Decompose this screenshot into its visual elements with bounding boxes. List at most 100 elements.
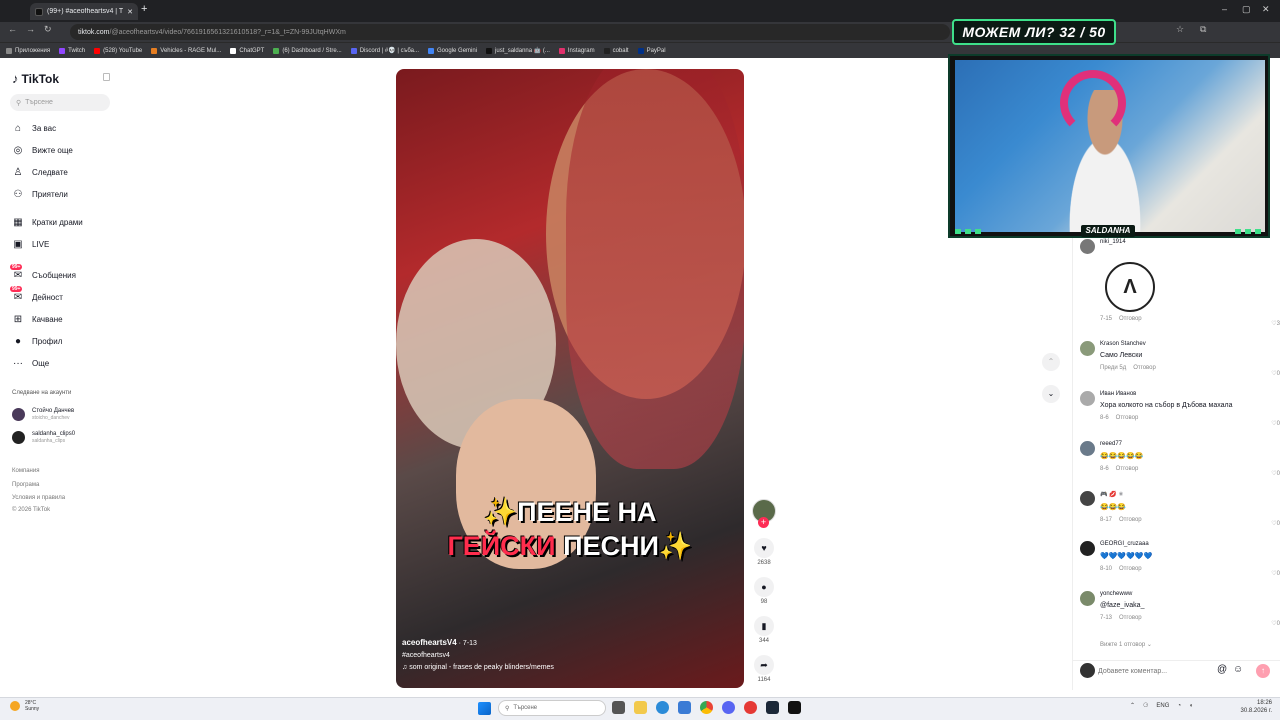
comment-like[interactable]: ♡0 [1271,570,1280,577]
nav-messages[interactable]: ✉ 99+ Съобщения [10,264,76,281]
steam-icon[interactable] [766,701,779,714]
extensions-icon[interactable]: ⧉ [1200,24,1206,35]
mention-icon[interactable]: @ [1217,664,1227,675]
video-player[interactable]: ✨ПЕЕНЕ НА ГЕЙСКИ ПЕСНИ✨ aceofheartsV4 · … [396,69,744,688]
avatar[interactable] [1080,491,1095,506]
nav-short-dramas[interactable]: ▦ Кратки драми [12,217,83,228]
nav-live[interactable]: ▣ LIVE [12,239,49,250]
avatar[interactable] [1080,541,1095,556]
video-author[interactable]: aceofheartsV4 [402,638,457,647]
save-button[interactable]: ▮ 344 [752,616,776,644]
bookmark-star-icon[interactable]: ☆ [1176,24,1184,35]
close-window-icon[interactable]: ✕ [1262,4,1270,15]
send-icon[interactable]: ↑ [1256,664,1270,678]
emoji-icon[interactable]: ☺ [1233,664,1243,675]
bookmark-instagram[interactable]: Instagram [558,47,595,54]
comment-like[interactable]: ♡3 [1271,320,1280,327]
bookmark-apps[interactable]: Приложения [6,47,50,54]
nav-profile[interactable]: ● Профил [12,336,62,347]
taskbar-search[interactable]: ⚲ Търсене [498,700,606,716]
minimize-icon[interactable]: – [1222,4,1227,14]
address-bar[interactable]: tiktok.com /@aceofheartsv4/video/7661916… [70,24,950,40]
view-replies-button[interactable]: Вижте 1 отговор ⌄ [1100,641,1152,648]
bookmark-cobalt[interactable]: cobalt [603,47,629,54]
clock[interactable]: 18:26 30.8.2026 г. [1236,699,1272,715]
bookmark-dashboard[interactable]: (6) Dashboard / Stre... [273,47,342,54]
avatar[interactable] [1080,441,1095,456]
bookmark-youtube[interactable]: (528) YouTube [94,47,142,54]
reply-button[interactable]: Отговор [1119,615,1142,621]
comment-user[interactable]: niki_1914 [1100,239,1276,245]
system-tray[interactable]: ⌃ ⚆ ENG ◔ ◖ [1130,702,1193,710]
previous-video-icon[interactable]: ⌃ [1042,353,1060,371]
comment-like[interactable]: ♡0 [1271,370,1280,377]
bookmark-tiktok[interactable]: just_saldanna 🤖 (... [486,47,550,54]
nav-explore[interactable]: ◎ Вижте още [12,145,73,156]
comment-like[interactable]: ♡0 [1271,520,1280,527]
bookmark-gemini[interactable]: Google Gemini [428,47,477,54]
file-explorer-icon[interactable] [634,701,647,714]
share-button[interactable]: ➦ 1164 [752,655,776,683]
comment-like[interactable]: ♡0 [1271,620,1280,627]
reply-button[interactable]: Отговор [1116,466,1139,472]
nav-more[interactable]: ··· Още [12,358,49,369]
discord-icon[interactable] [722,701,735,714]
bookmark-discord[interactable]: Discord | #💀 | съба... [350,47,419,54]
footer-terms[interactable]: Условия и правила [12,495,65,501]
search-input[interactable]: ⚲ Търсене [10,94,110,111]
collapse-sidebar-icon[interactable] [103,73,110,81]
reply-button[interactable]: Отговор [1133,365,1156,371]
edge-icon[interactable] [656,701,669,714]
like-button[interactable]: ♥ 2638 [752,538,776,566]
wifi-icon[interactable]: ◔ [1177,703,1181,709]
bookmark-chatgpt[interactable]: ChatGPT [230,47,264,54]
weather-widget[interactable]: 28°C Sunny [10,700,39,712]
browser-tab[interactable]: (99+) #aceofheartsv4 | TikTok ✕ [30,3,138,20]
bookmark-rage[interactable]: Vehicles - RAGE Mul... [151,47,221,54]
new-tab-icon[interactable]: + [141,3,147,15]
next-video-icon[interactable]: ⌄ [1042,385,1060,403]
back-icon[interactable]: ← [8,24,17,34]
language-indicator[interactable]: ENG [1156,703,1169,709]
bookmark-twitch[interactable]: Twitch [59,47,85,54]
avatar[interactable] [1080,591,1095,606]
nav-for-you[interactable]: ⌂ За вас [12,123,56,134]
network-icon[interactable]: ⚆ [1143,702,1148,709]
nav-following[interactable]: ♙ Следвате [12,167,68,178]
account-item[interactable]: saldanha_clips0 saldanha_clips [12,431,75,444]
task-view-icon[interactable] [612,701,625,714]
follow-plus-icon[interactable]: + [758,517,769,528]
avatar[interactable] [1080,391,1095,406]
footer-program[interactable]: Програма [12,482,39,488]
app-icon[interactable] [744,701,757,714]
tab-close-icon[interactable]: ✕ [127,8,133,16]
comment-like[interactable]: ♡0 [1271,420,1280,427]
nav-activity[interactable]: ✉ 99+ Дейност [10,286,63,303]
nav-friends[interactable]: ⚇ Приятели [12,189,68,200]
chevron-up-icon[interactable]: ⌃ [1130,702,1135,709]
video-hashtag[interactable]: #aceofheartsv4 [402,650,554,662]
avatar[interactable] [1080,341,1095,356]
maximize-icon[interactable]: ▢ [1242,4,1251,15]
forward-icon[interactable]: → [26,24,35,34]
comment-input[interactable] [1098,663,1226,679]
windows-start-icon[interactable] [478,702,491,715]
video-sound[interactable]: som original - frases de peaky blinders/… [409,664,554,671]
account-item[interactable]: Стойчо Данчев stoicho_danchev [12,408,74,421]
reply-button[interactable]: Отговор [1116,415,1139,421]
tiktok-logo[interactable]: ♪ TikTok [12,71,59,86]
comment-like[interactable]: ♡0 [1271,470,1280,477]
store-icon[interactable] [678,701,691,714]
reply-button[interactable]: Отговор [1119,517,1142,523]
app-icon[interactable] [788,701,801,714]
reply-button[interactable]: Отговор [1119,566,1142,572]
reload-icon[interactable]: ↻ [44,24,52,35]
volume-icon[interactable]: ◖ [1189,703,1193,709]
comment-button[interactable]: ● 98 [752,577,776,605]
chrome-icon[interactable] [700,701,713,714]
reply-button[interactable]: Отговор [1119,316,1142,322]
nav-upload[interactable]: ⊞ Качване [12,314,63,325]
bookmark-paypal[interactable]: PayPal [637,47,666,54]
avatar[interactable] [1080,239,1095,254]
footer-company[interactable]: Компания [12,468,39,474]
